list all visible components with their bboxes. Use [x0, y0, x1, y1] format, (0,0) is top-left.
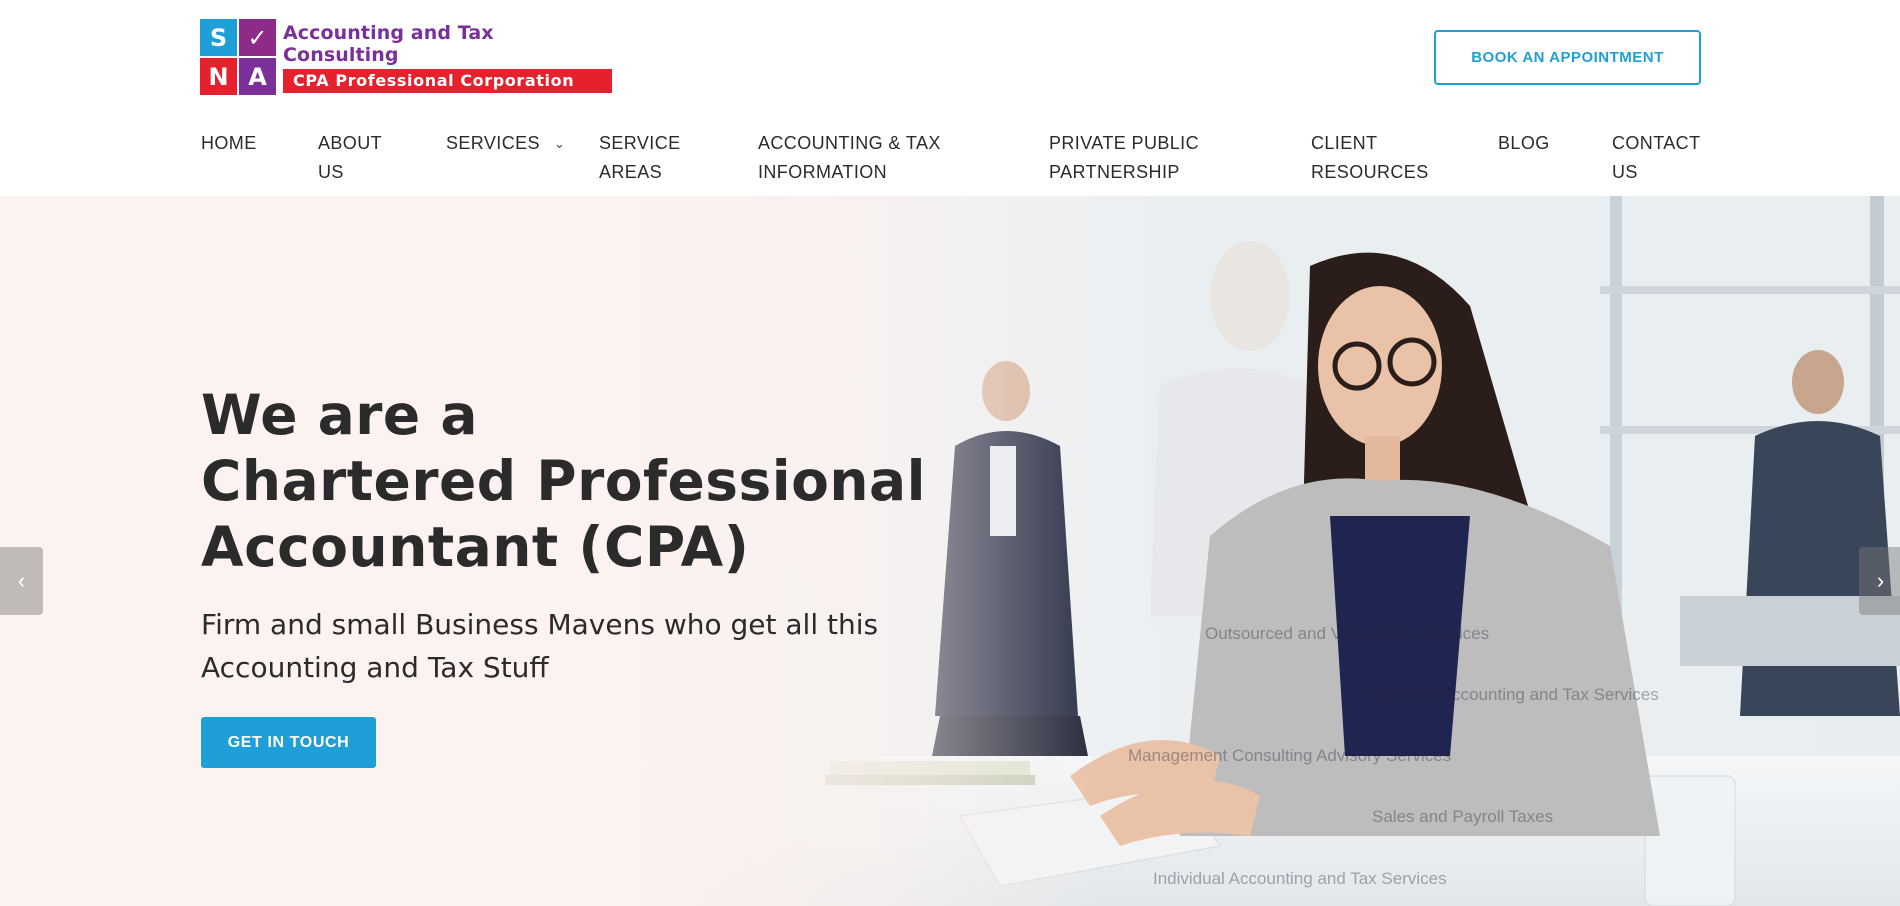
hero-subtitle-line-1: Firm and small Business Mavens who get a…	[201, 608, 879, 641]
hero-title-line-2: Chartered Professional	[201, 449, 926, 513]
logo-line-1: Accounting and Tax Consulting	[283, 21, 494, 66]
chevron-left-icon[interactable]: ‹	[0, 547, 43, 615]
hero-subtitle: Firm and small Business Mavens who get a…	[201, 603, 961, 689]
nav-private-public-partnership[interactable]: PRIVATE PUBLIC PARTNERSHIP	[1049, 129, 1199, 187]
hero-slider: Outsourced and Virtual CFO Services Busi…	[0, 196, 1900, 906]
logo-tile-n: N	[200, 58, 237, 95]
nav-services[interactable]: SERVICES ⌄	[446, 129, 565, 158]
book-appointment-button[interactable]: BOOK AN APPOINTMENT	[1434, 30, 1701, 85]
chevron-down-icon[interactable]: ⌄	[554, 129, 565, 158]
nav-contact-us[interactable]: CONTACT US	[1612, 129, 1700, 187]
nav-client-resources[interactable]: CLIENT RESOURCES	[1311, 129, 1429, 187]
company-logo[interactable]: S ✓ N A Accounting and Tax Consulting CP…	[200, 19, 612, 95]
nav-blog[interactable]: BLOG	[1498, 129, 1550, 158]
logo-tiles: S ✓ N A	[200, 19, 276, 95]
hero-title-line-3: Accountant (CPA)	[201, 515, 750, 579]
nav-about-us[interactable]: ABOUT US	[318, 129, 382, 187]
logo-tile-s: S	[200, 19, 237, 56]
hero-title: We are a Chartered Professional Accounta…	[201, 382, 961, 580]
nav-home[interactable]: HOME	[201, 129, 257, 158]
get-in-touch-button[interactable]: GET IN TOUCH	[201, 717, 376, 768]
hero-content: We are a Chartered Professional Accounta…	[201, 382, 961, 768]
logo-tile-a: A	[239, 58, 276, 95]
hero-subtitle-line-2: Accounting and Tax Stuff	[201, 651, 549, 684]
logo-wordmark: Accounting and Tax Consulting CPA Profes…	[283, 22, 612, 93]
nav-accounting-tax-information[interactable]: ACCOUNTING & TAX INFORMATION	[758, 129, 941, 187]
site-header: S ✓ N A Accounting and Tax Consulting CP…	[0, 0, 1900, 196]
nav-service-areas[interactable]: SERVICE AREAS	[599, 129, 681, 187]
hero-title-line-1: We are a	[201, 383, 478, 447]
logo-line-2: CPA Professional Corporation	[283, 68, 612, 93]
nav-services-label: SERVICES	[446, 133, 540, 153]
logo-tile-check-icon: ✓	[239, 19, 276, 56]
chevron-right-icon[interactable]: ›	[1859, 547, 1900, 615]
main-nav: HOME ABOUT US SERVICES ⌄ SERVICE AREAS A…	[0, 129, 1900, 189]
